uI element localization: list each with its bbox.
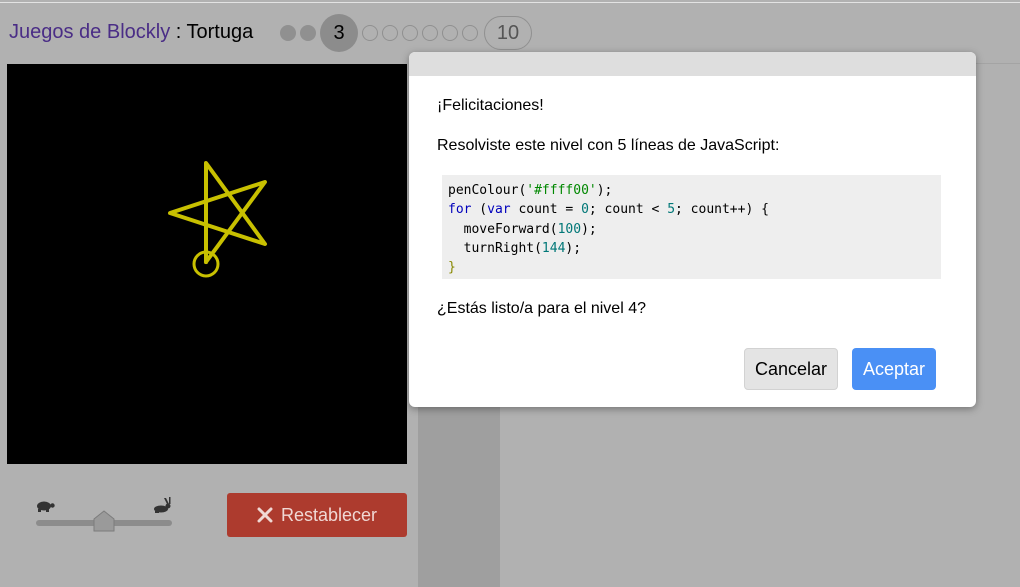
divider bbox=[0, 2, 1020, 3]
ok-button[interactable]: Aceptar bbox=[852, 348, 936, 390]
reset-button[interactable]: Restablecer bbox=[227, 493, 407, 537]
slider-knob[interactable] bbox=[93, 510, 115, 532]
level-selector: 3 10 bbox=[280, 14, 532, 52]
close-icon bbox=[257, 507, 273, 523]
level-dot-2[interactable] bbox=[300, 25, 316, 41]
turtle-canvas bbox=[7, 64, 407, 464]
dialog-buttons: Cancelar Aceptar bbox=[744, 348, 936, 390]
turtle-drawing bbox=[168, 161, 267, 278]
rabbit-icon bbox=[154, 497, 171, 513]
code-line: moveForward(100); bbox=[448, 221, 597, 237]
app-title-link[interactable]: Juegos de Blockly bbox=[9, 21, 170, 43]
level-last[interactable]: 10 bbox=[484, 16, 532, 50]
dialog-body: ¡Felicitaciones! Resolviste este nivel c… bbox=[409, 76, 976, 319]
code-line: for (var count = 0; count < 5; count++) … bbox=[448, 202, 769, 218]
dialog-header[interactable] bbox=[409, 52, 976, 76]
next-level-message: ¿Estás listo/a para el nivel 4? bbox=[437, 300, 646, 317]
code-line: turnRight(144); bbox=[448, 240, 582, 256]
cancel-button[interactable]: Cancelar bbox=[744, 348, 838, 390]
speed-slider[interactable] bbox=[34, 496, 174, 536]
code-line: } bbox=[448, 260, 456, 276]
reset-label: Restablecer bbox=[280, 504, 378, 525]
level-dot-4[interactable] bbox=[362, 25, 378, 41]
turtle-icon bbox=[37, 501, 55, 512]
title-separator: : bbox=[170, 21, 187, 43]
page-title: Juegos de Blockly : Tortuga bbox=[9, 21, 253, 44]
level-dot-1[interactable] bbox=[280, 25, 296, 41]
level-dot-5[interactable] bbox=[382, 25, 398, 41]
level-current[interactable]: 3 bbox=[320, 14, 358, 52]
code-block: penColour('#ffff00'); for (var count = 0… bbox=[442, 175, 941, 279]
level-dot-8[interactable] bbox=[442, 25, 458, 41]
congrats-dialog: ¡Felicitaciones! Resolviste este nivel c… bbox=[409, 52, 976, 407]
code-line: penColour('#ffff00'); bbox=[448, 183, 613, 198]
star-path bbox=[168, 161, 267, 264]
level-dot-6[interactable] bbox=[402, 25, 418, 41]
congrats-message: ¡Felicitaciones! bbox=[437, 97, 544, 114]
level-dot-7[interactable] bbox=[422, 25, 438, 41]
level-dot-9[interactable] bbox=[462, 25, 478, 41]
game-name: Tortuga bbox=[186, 21, 254, 43]
lines-message: Resolviste este nivel con 5 líneas de Ja… bbox=[437, 137, 780, 154]
